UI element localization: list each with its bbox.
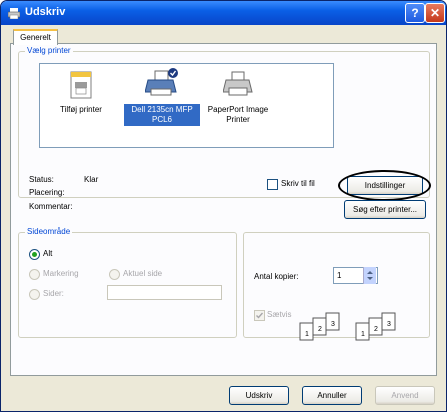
print-to-file-checkbox[interactable] — [267, 179, 278, 190]
add-printer-icon — [70, 71, 92, 99]
svg-text:1: 1 — [361, 331, 365, 338]
range-current-page-label[interactable]: Aktuel side — [123, 269, 162, 278]
printer-item-paperport[interactable]: PaperPort Image Printer — [200, 70, 276, 126]
svg-text:3: 3 — [387, 321, 391, 328]
location-label: Placering: — [29, 188, 65, 197]
collate-pages-icon: 1 2 3 — [299, 312, 340, 341]
cancel-button[interactable]: Annuller — [302, 386, 362, 405]
print-button[interactable]: Udskriv — [229, 386, 289, 405]
range-all-radio[interactable] — [29, 249, 40, 260]
title-bar[interactable]: Udskriv ? ✕ — [1, 1, 446, 25]
range-pages-label[interactable]: Sider: — [43, 289, 64, 298]
checkmark-icon — [256, 312, 264, 319]
apply-button[interactable]: Anvend — [375, 386, 435, 405]
printer-icon — [223, 71, 253, 96]
range-pages-radio[interactable] — [29, 289, 40, 300]
svg-text:2: 2 — [318, 326, 322, 333]
collate-pages-icon: 1 2 3 — [355, 312, 396, 341]
collate-checkbox[interactable] — [254, 310, 265, 321]
print-dialog: Udskriv ? ✕ Generelt Vælg printer Tilføj… — [0, 0, 447, 412]
page-range-label: Sideområde — [25, 227, 73, 236]
printer-label: Tilføj printer — [60, 105, 102, 114]
status-value: Klar — [84, 175, 99, 184]
close-button[interactable]: ✕ — [425, 3, 445, 23]
print-to-file-label[interactable]: Skriv til fil — [281, 179, 315, 188]
printer-item-add[interactable]: Tilføj printer — [43, 70, 119, 116]
printer-label: PaperPort Image Printer — [207, 105, 269, 124]
printer-group-label: Vælg printer — [25, 46, 73, 55]
printer-app-icon — [8, 8, 20, 19]
copies-spinner[interactable] — [363, 267, 376, 284]
svg-text:1: 1 — [305, 331, 309, 338]
comment-label: Kommentar: — [29, 202, 73, 211]
range-selection-radio[interactable] — [29, 269, 40, 280]
tab-panel-general: Vælg printer Tilføj printer Dell 2135cn … — [10, 43, 437, 376]
copies-label: Antal kopier: — [254, 272, 299, 281]
printer-item-dell[interactable]: Dell 2135cn MFP PCL6 — [124, 68, 200, 126]
pages-input[interactable] — [107, 285, 222, 300]
highlight-circle — [338, 170, 431, 201]
tab-generelt[interactable]: Generelt — [13, 29, 58, 45]
find-printer-button[interactable]: Søg efter printer... — [344, 200, 426, 219]
collate-label[interactable]: Sætvis — [267, 310, 291, 319]
help-button[interactable]: ? — [405, 3, 425, 23]
svg-text:3: 3 — [331, 321, 335, 328]
svg-text:2: 2 — [374, 326, 378, 333]
printer-list[interactable]: Tilføj printer Dell 2135cn MFP PCL6 Pape… — [39, 63, 334, 148]
default-printer-icon — [145, 68, 178, 96]
range-all-label[interactable]: Alt — [43, 249, 52, 258]
window-title: Udskriv — [25, 6, 66, 18]
spinner-arrows-icon — [367, 271, 373, 280]
range-current-page-radio[interactable] — [109, 269, 120, 280]
range-selection-label[interactable]: Markering — [43, 269, 79, 278]
status-label: Status: — [29, 175, 54, 184]
printer-label-selected: Dell 2135cn MFP PCL6 — [124, 104, 200, 126]
